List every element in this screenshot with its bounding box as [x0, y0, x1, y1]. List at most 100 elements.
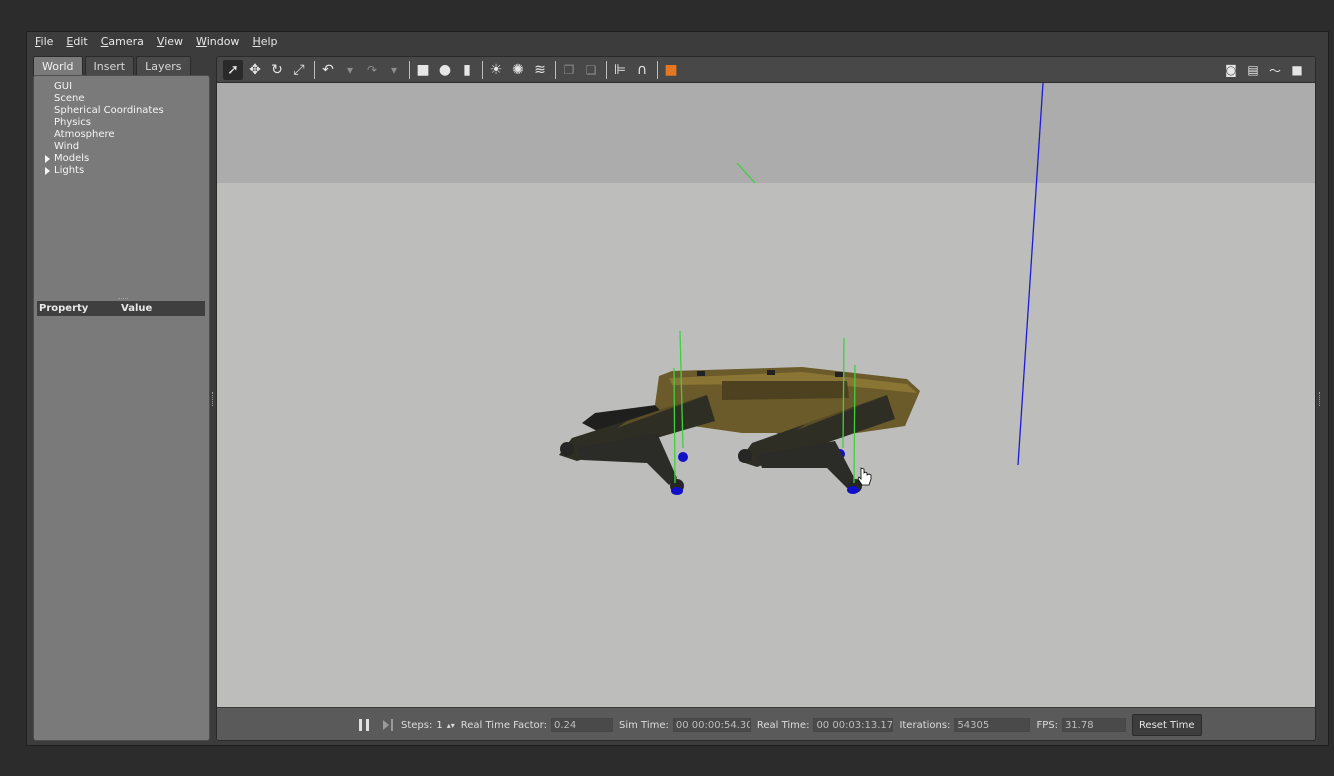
iterations-field: 54305 [954, 718, 1031, 732]
world-y-axis [736, 162, 756, 184]
scene-render [559, 83, 1044, 495]
tree-item-physics[interactable]: Physics [42, 117, 164, 129]
left-splitter-handle[interactable] [212, 392, 214, 406]
menu-help-label: elp [260, 35, 278, 48]
tab-insert[interactable]: Insert [84, 56, 135, 76]
plot-icon[interactable]: 〜 [1265, 60, 1285, 80]
undo-icon[interactable]: ↶ [318, 60, 338, 80]
toolbar-separator [409, 60, 410, 79]
box-shape-icon[interactable]: ■ [413, 60, 433, 80]
tree-item-wind[interactable]: Wind [42, 141, 164, 153]
align-icon[interactable]: ⊫ [610, 60, 630, 80]
menu-edit-label: dit [73, 35, 88, 48]
tree-item-label: Wind [54, 141, 80, 152]
screenshot-icon[interactable]: ◙ [1221, 60, 1241, 80]
menu-view[interactable]: View [157, 35, 183, 48]
tab-world[interactable]: World [33, 56, 83, 76]
tree-item-gui[interactable]: GUI [42, 81, 164, 93]
paste-icon[interactable]: ❏ [581, 60, 601, 80]
record-video-icon[interactable]: ■ [1287, 60, 1307, 80]
tree-item-atmosphere[interactable]: Atmosphere [42, 129, 164, 141]
iterations-label: Iterations: [899, 719, 951, 731]
tree-item-models[interactable]: Models [42, 153, 164, 165]
translate-mode-icon[interactable]: ✥ [245, 60, 265, 80]
toolbar-separator [657, 60, 658, 79]
snap-icon[interactable]: ∩ [632, 60, 652, 80]
menu-window-label: indow [206, 35, 240, 48]
world-z-axis [1017, 83, 1044, 466]
redo-icon[interactable]: ↷ [362, 60, 382, 80]
simulation-status-bar: Steps: 1 ▴▾ Real Time Factor: 0.24 Sim T… [217, 707, 1315, 740]
gazebo-window: File Edit Camera View Window Help World … [26, 31, 1329, 746]
menu-view-label: iew [164, 35, 184, 48]
pause-icon[interactable] [359, 719, 369, 731]
real-time-factor-label: Real Time Factor: [460, 719, 547, 731]
menubar: File Edit Camera View Window Help [27, 32, 1328, 51]
step-icon[interactable] [383, 719, 393, 731]
tree-item-label: Physics [54, 117, 91, 128]
scale-mode-icon[interactable]: ⤢ [289, 60, 309, 80]
toolbar-separator [606, 60, 607, 79]
menu-window-mnemonic: W [196, 35, 207, 48]
tree-item-label: Spherical Coordinates [54, 105, 164, 116]
toolbar-separator [314, 60, 315, 79]
reset-time-button[interactable]: Reset Time [1131, 714, 1202, 736]
steps-spinner-icon[interactable]: ▴▾ [447, 721, 455, 730]
sim-time-label: Sim Time: [618, 719, 669, 731]
hand-cursor-icon [857, 467, 872, 486]
tree-item-scene[interactable]: Scene [42, 93, 164, 105]
log-icon[interactable]: ▤ [1243, 60, 1263, 80]
left-panel: World Insert Layers GUI Scene Spherical … [33, 56, 210, 741]
real-time-field: 00 00:03:13.175 [813, 718, 894, 732]
sphere-shape-icon[interactable]: ● [435, 60, 455, 80]
menu-file[interactable]: File [35, 35, 53, 48]
menu-file-label: ile [40, 35, 54, 48]
copy-icon[interactable]: ❐ [559, 60, 579, 80]
tree-item-label: Scene [54, 93, 85, 104]
panel-splitter-handle[interactable] [118, 298, 128, 300]
real-time-factor-field: 0.24 [550, 718, 613, 732]
tab-layers[interactable]: Layers [136, 56, 191, 76]
undo-dropdown-icon[interactable]: ▾ [340, 60, 360, 80]
menu-help-mnemonic: H [252, 35, 261, 48]
real-time-label: Real Time: [756, 719, 810, 731]
cylinder-shape-icon[interactable]: ▮ [457, 60, 477, 80]
menu-help[interactable]: Help [252, 35, 277, 48]
fps-field: 31.78 [1061, 718, 1126, 732]
world-tree: GUI Scene Spherical Coordinates Physics … [42, 81, 164, 177]
tree-item-spherical-coordinates[interactable]: Spherical Coordinates [42, 105, 164, 117]
toolbar-right: ◙ ▤ 〜 ■ [1221, 60, 1309, 80]
menu-edit[interactable]: Edit [66, 35, 87, 48]
render-viewport: ➚ ✥ ↻ ⤢ ↶ ▾ ↷ ▾ ■ ● ▮ ☀ ✺ ≋ ❐ ❏ ⊫ ∩ ■ ◙ … [216, 56, 1316, 741]
toolbar: ➚ ✥ ↻ ⤢ ↶ ▾ ↷ ▾ ■ ● ▮ ☀ ✺ ≋ ❐ ❏ ⊫ ∩ ■ ◙ … [217, 57, 1315, 83]
fps-label: FPS: [1036, 719, 1058, 731]
tree-item-lights[interactable]: Lights [42, 165, 164, 177]
point-light-icon[interactable]: ☀ [486, 60, 506, 80]
3d-scene[interactable] [217, 83, 1315, 707]
world-tree-panel: GUI Scene Spherical Coordinates Physics … [33, 75, 210, 741]
tree-item-label: Atmosphere [54, 129, 115, 140]
sim-time-field: 00 00:00:54.305 [672, 718, 751, 732]
menu-camera-label: amera [108, 35, 144, 48]
property-column-header[interactable]: Property [37, 303, 121, 314]
directional-light-icon[interactable]: ≋ [530, 60, 550, 80]
toolbar-separator [555, 60, 556, 79]
steps-label: Steps: [401, 719, 433, 731]
redo-dropdown-icon[interactable]: ▾ [384, 60, 404, 80]
toolbar-separator [482, 60, 483, 79]
rotate-mode-icon[interactable]: ↻ [267, 60, 287, 80]
value-column-header[interactable]: Value [121, 303, 152, 314]
spot-light-icon[interactable]: ✺ [508, 60, 528, 80]
right-splitter-handle[interactable] [1319, 392, 1321, 406]
property-table-header: Property Value [37, 301, 205, 316]
tree-item-label: GUI [54, 81, 73, 92]
menu-window[interactable]: Window [196, 35, 239, 48]
expand-arrow-icon[interactable] [45, 167, 50, 175]
select-mode-icon[interactable]: ➚ [223, 59, 243, 80]
steps-value[interactable]: 1 [436, 720, 442, 731]
menu-camera[interactable]: Camera [101, 35, 144, 48]
change-view-icon[interactable]: ■ [661, 60, 681, 80]
left-panel-tabs: World Insert Layers [33, 56, 193, 76]
expand-arrow-icon[interactable] [45, 155, 50, 163]
tree-item-label: Lights [54, 165, 85, 176]
